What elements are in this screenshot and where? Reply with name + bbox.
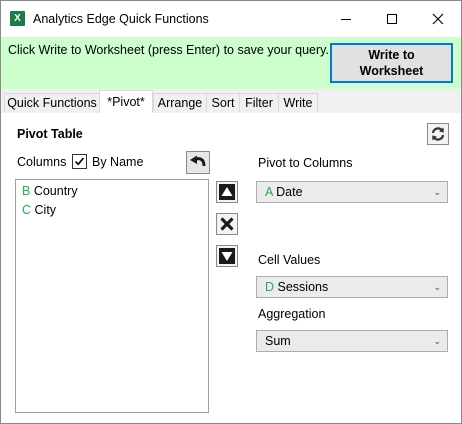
by-name-checkbox[interactable]: [72, 154, 87, 169]
column-letter: D: [265, 280, 275, 294]
aggregation-value: Sum: [265, 334, 291, 348]
columns-label: Columns: [17, 155, 67, 169]
tab-write[interactable]: Write: [278, 93, 318, 112]
cell-values-select[interactable]: D Sessions ⌄: [256, 276, 448, 298]
write-to-worksheet-label: Write to Worksheet: [359, 48, 424, 78]
column-name: Country: [33, 184, 78, 198]
banner-message: Click Write to Worksheet (press Enter) t…: [8, 43, 329, 57]
column-letter: A: [265, 185, 273, 199]
maximize-icon: [387, 14, 397, 24]
by-name-label: By Name: [92, 155, 144, 169]
checkmark-icon: [74, 157, 85, 166]
remove-button[interactable]: [216, 213, 238, 235]
chevron-down-icon: ⌄: [433, 336, 441, 346]
close-button[interactable]: [415, 1, 461, 37]
close-icon: [432, 13, 444, 25]
column-name: Sessions: [277, 280, 329, 294]
tab-quick-functions[interactable]: Quick Functions: [4, 93, 100, 112]
chevron-down-icon: ⌄: [433, 282, 441, 292]
selected-value: D Sessions: [265, 277, 328, 297]
quick-functions-window: X Analytics Edge Quick Functions Click W…: [0, 0, 462, 424]
columns-listbox[interactable]: B Country C City: [15, 179, 209, 413]
aggregation-label: Aggregation: [258, 307, 326, 321]
aggregation-select[interactable]: Sum ⌄: [256, 330, 448, 352]
save-query-banner: Click Write to Worksheet (press Enter) t…: [1, 37, 461, 89]
refresh-icon: [431, 127, 445, 141]
minimize-button[interactable]: [323, 1, 369, 37]
column-letter: C: [22, 203, 32, 217]
tab-arrange[interactable]: Arrange: [153, 93, 207, 112]
move-up-button[interactable]: [216, 181, 238, 203]
minimize-icon: [341, 19, 351, 20]
chevron-down-icon: ⌄: [433, 187, 441, 197]
list-item[interactable]: B Country: [22, 184, 78, 198]
pivot-to-columns-select[interactable]: A Date ⌄: [256, 181, 448, 203]
column-letter: B: [22, 184, 31, 198]
function-tabs: Quick Functions *Pivot* Arrange Sort Fil…: [1, 89, 461, 113]
title-bar: X Analytics Edge Quick Functions: [1, 1, 461, 37]
undo-button[interactable]: [186, 151, 210, 174]
tab-sort[interactable]: Sort: [206, 93, 240, 112]
list-item[interactable]: C City: [22, 203, 56, 217]
tab-filter[interactable]: Filter: [239, 93, 279, 112]
pivot-table-heading: Pivot Table: [17, 127, 83, 141]
column-name: Date: [276, 185, 303, 199]
arrow-up-icon: [219, 184, 235, 200]
write-to-worksheet-button[interactable]: Write to Worksheet: [330, 43, 453, 83]
cell-values-label: Cell Values: [258, 253, 321, 267]
arrow-down-icon: [219, 248, 235, 264]
maximize-button[interactable]: [369, 1, 415, 37]
column-name: City: [34, 203, 57, 217]
refresh-button[interactable]: [427, 123, 449, 145]
pivot-panel: Pivot Table Columns By Name B Country C …: [4, 113, 457, 421]
move-down-button[interactable]: [216, 245, 238, 267]
pivot-to-columns-label: Pivot to Columns: [258, 156, 353, 170]
undo-icon: [190, 155, 206, 167]
selected-value: A Date: [265, 182, 303, 202]
tab-pivot[interactable]: *Pivot*: [99, 90, 153, 113]
excel-app-icon: X: [10, 11, 25, 26]
window-title: Analytics Edge Quick Functions: [33, 12, 209, 26]
remove-x-icon: [220, 217, 234, 231]
